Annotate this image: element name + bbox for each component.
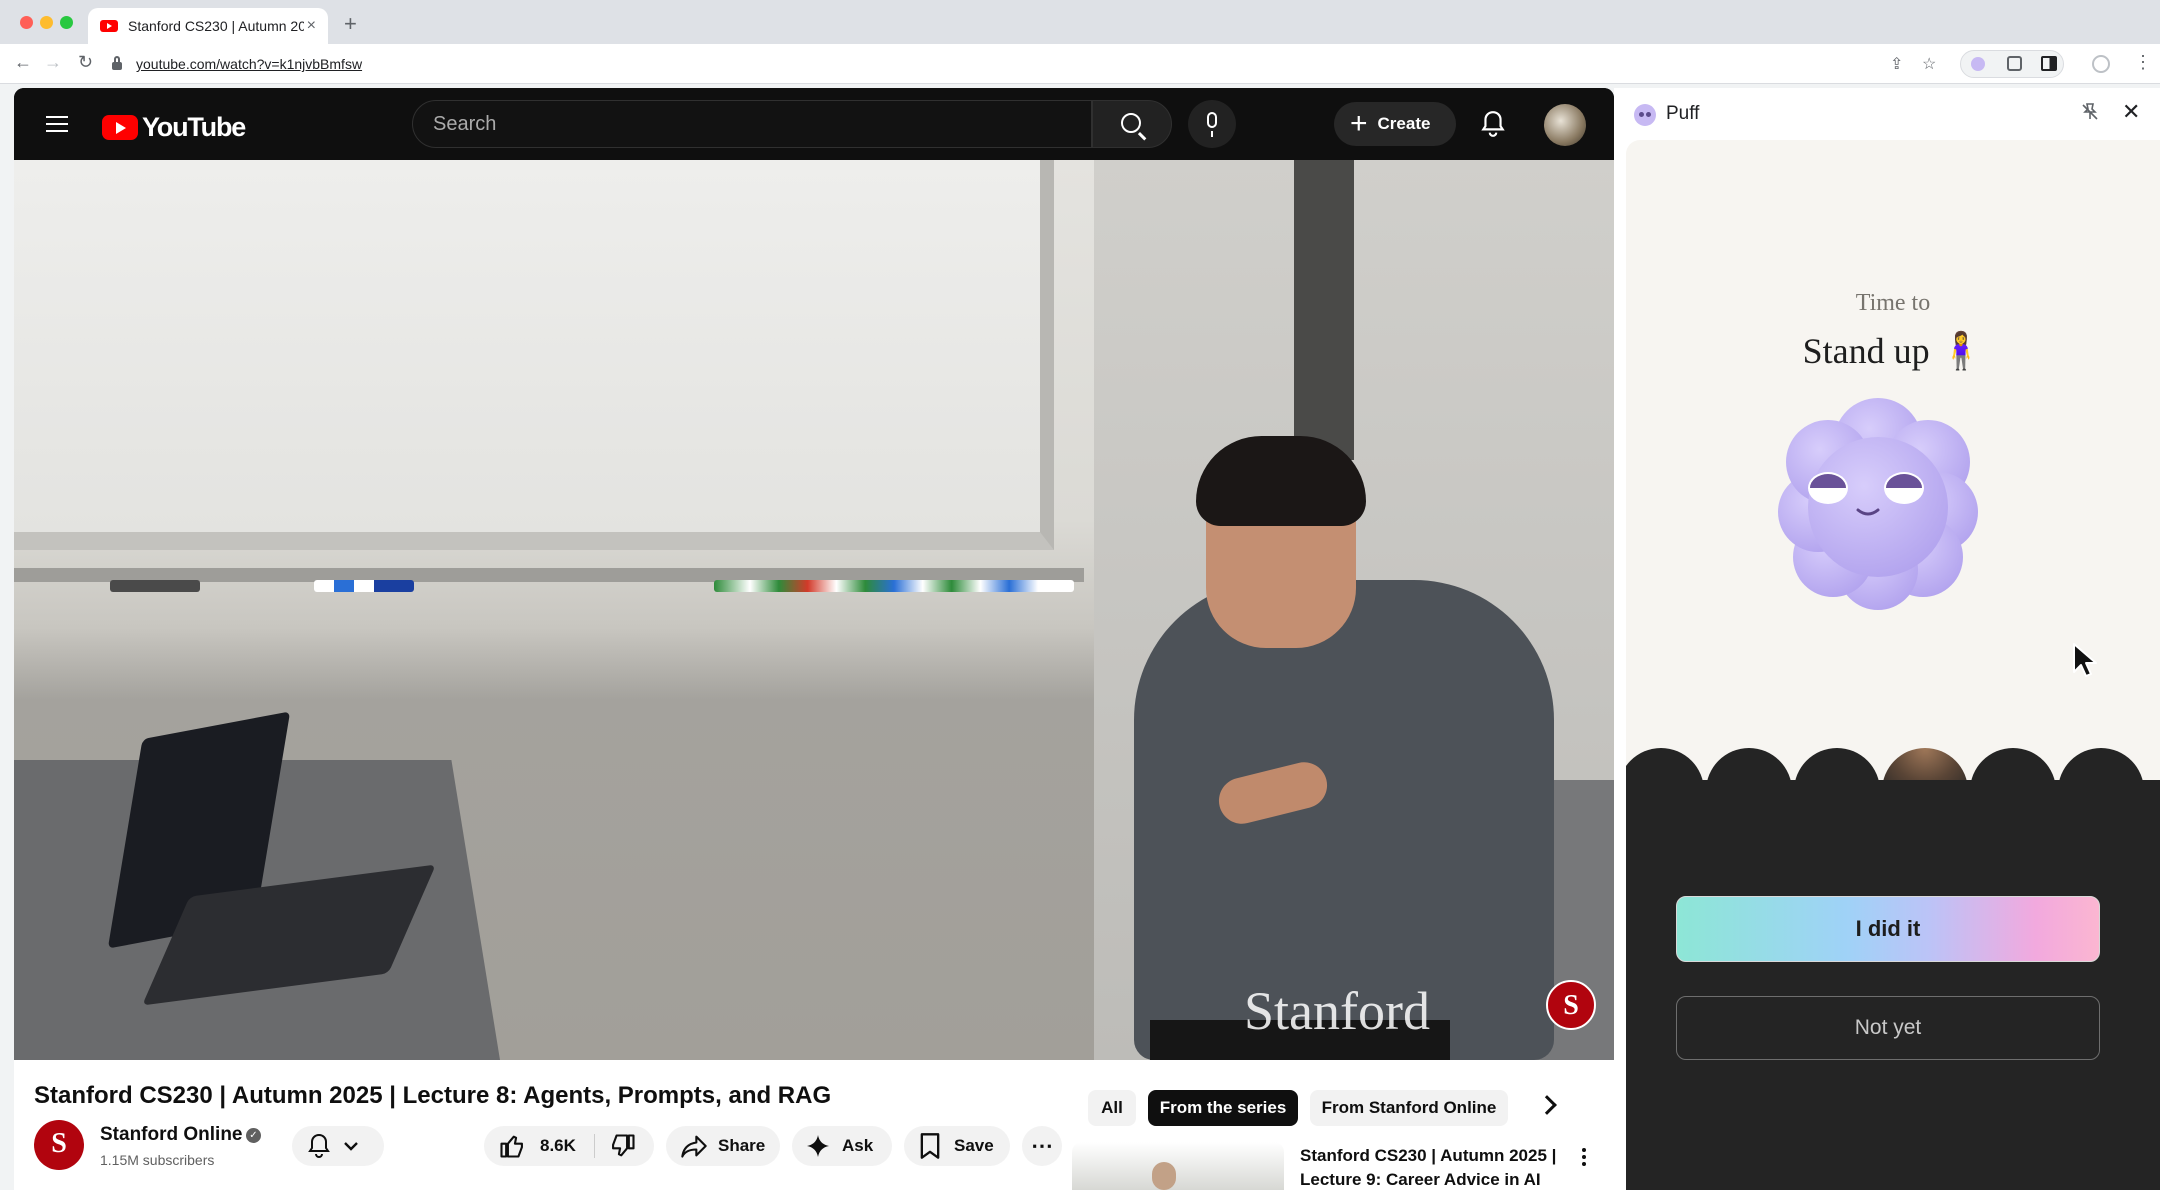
recommendation-menu-icon[interactable] [1582,1148,1586,1166]
doorframe-scene [1294,160,1354,460]
search-icon [1121,113,1141,133]
i-did-it-button[interactable]: I did it [1676,896,2100,962]
tab-close-icon[interactable]: × [307,17,316,35]
side-panel-title: Puff [1666,103,1700,124]
sparkle-icon [807,1135,829,1157]
verified-badge-icon: ✓ [246,1128,261,1143]
hamburger-menu-icon[interactable] [46,116,68,132]
side-panel-close-icon[interactable]: ✕ [2122,99,2140,125]
youtube-logo-text: YouTube [142,112,246,142]
youtube-header: YouTube + Create [14,88,1614,160]
omnibox[interactable]: youtube.com/watch?v=k1njvbBmfsw [112,50,1952,78]
extensions-group [1960,50,2064,78]
like-dislike-group: 8.6K [484,1126,654,1166]
bookmark-star-icon[interactable]: ☆ [1922,54,1936,74]
mouse-pointer-icon [2073,643,2097,677]
voice-search-button[interactable] [1188,100,1236,148]
bell-icon [308,1133,330,1158]
youtube-play-logo-icon [102,115,138,140]
reminder-prefix: Time to [1855,290,1931,316]
side-panel-header: Puff ✕ [1614,88,2160,140]
not-yet-button[interactable]: Not yet [1676,996,2100,1060]
whiteboard-scene [14,160,1054,550]
eraser-scene [110,580,200,592]
create-button[interactable]: + Create [1334,102,1456,146]
unpin-icon[interactable] [2080,102,2100,122]
puff-extension-icon[interactable] [1971,57,1985,71]
subscriber-count: 1.15M subscribers [100,1152,215,1168]
forward-arrow-icon[interactable]: → [44,52,62,73]
account-avatar[interactable] [1544,104,1586,146]
bookmark-icon [920,1133,940,1159]
youtube-page: YouTube + Create [14,88,1614,1190]
share-arrow-icon [681,1135,707,1158]
maximize-window-button[interactable] [60,16,73,29]
puff-cloud-mascot-icon [1778,398,1978,610]
like-count[interactable]: 8.6K [540,1136,576,1156]
save-button[interactable]: Save [904,1126,1010,1166]
tab-title: Stanford CS230 | Autumn 2025 [128,18,304,34]
stanford-online-seal-icon [1546,980,1596,1030]
search-input[interactable] [433,112,1091,136]
browser-tab-strip: Stanford CS230 | Autumn 2025 × + [0,0,2160,44]
create-label: Create [1377,114,1431,133]
chevron-down-icon [344,1142,358,1151]
markers-left-scene [314,580,414,592]
back-arrow-icon[interactable]: ← [14,52,32,73]
side-panel-icon[interactable] [2041,56,2057,71]
chip-from-the-series[interactable]: From the series [1148,1090,1298,1126]
share-label: Share [718,1136,766,1155]
recommendation-title[interactable]: Stanford CS230 | Autumn 2025 | Lecture 9… [1300,1144,1570,1190]
like-thumb-icon[interactable] [498,1132,526,1160]
save-label: Save [954,1136,994,1155]
more-dots-icon: ⋯ [1031,1133,1053,1158]
notifications-bell-icon[interactable] [1480,110,1506,138]
reload-icon[interactable]: ↻ [78,52,93,73]
url-text[interactable]: youtube.com/watch?v=k1njvbBmfsw [136,56,362,72]
lecturer-hair-scene [1196,436,1366,526]
channel-name[interactable]: Stanford Online [100,1124,243,1146]
recommendation-thumbnail[interactable] [1072,1142,1284,1190]
share-icon[interactable]: ⇪ [1890,54,1903,74]
subscription-bell-button[interactable] [292,1126,384,1166]
more-actions-button[interactable]: ⋯ [1022,1126,1062,1166]
search-button[interactable] [1092,100,1172,148]
lock-icon [112,56,122,70]
puff-logo-icon [1634,104,1656,126]
chip-from-stanford-online[interactable]: From Stanford Online [1310,1090,1508,1126]
microphone-icon [1207,112,1217,137]
markers-right-scene [714,580,1074,592]
video-player[interactable]: Stanford [14,160,1614,1060]
puzzle-extensions-icon[interactable] [2007,56,2022,71]
side-panel: Puff ✕ Time to Stand up 🧍‍♀️ [1614,88,2160,1190]
ask-label: Ask [842,1136,874,1155]
reminder-action: Stand up 🧍‍♀️ [1802,331,1984,371]
like-divider [593,1134,595,1158]
ask-button[interactable]: Ask [792,1126,892,1166]
new-tab-button[interactable]: + [344,11,357,37]
video-watermark: Stanford [1244,981,1430,1041]
close-window-button[interactable] [20,16,33,29]
youtube-favicon-icon [100,20,118,32]
chip-all[interactable]: All [1088,1090,1136,1126]
search-box [412,100,1092,148]
profile-icon[interactable] [2092,55,2110,73]
youtube-logo[interactable]: YouTube [102,112,246,143]
channel-avatar[interactable] [34,1120,84,1170]
minimize-window-button[interactable] [40,16,53,29]
puff-dark-section [1626,780,2160,1190]
plus-icon: + [1350,107,1368,140]
video-title: Stanford CS230 | Autumn 2025 | Lecture 8… [34,1082,832,1109]
dislike-thumb-icon[interactable] [609,1132,637,1160]
browser-tab-youtube[interactable]: Stanford CS230 | Autumn 2025 × [88,8,328,44]
address-bar: ← → ↻ youtube.com/watch?v=k1njvbBmfsw ⇪ … [0,44,2160,84]
share-button[interactable]: Share [666,1126,780,1166]
chrome-menu-icon[interactable]: ⋮ [2134,52,2152,73]
